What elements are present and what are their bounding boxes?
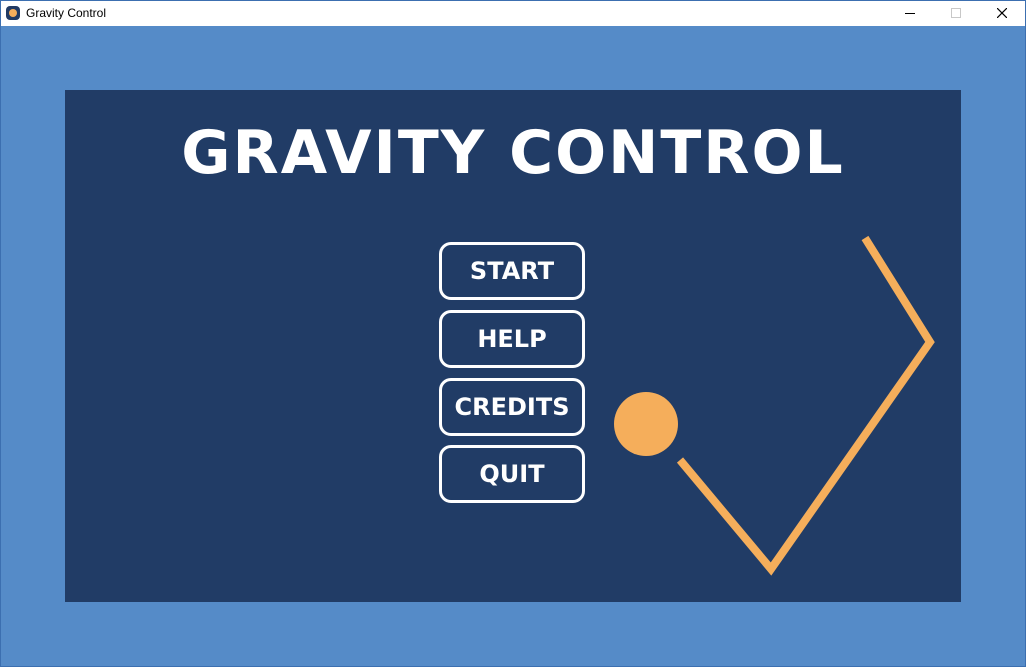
maximize-button[interactable] — [933, 1, 979, 26]
orange-ball — [614, 392, 678, 456]
gravity-scene — [614, 235, 935, 576]
title-bar[interactable]: Gravity Control — [1, 1, 1025, 26]
minimize-button[interactable] — [887, 1, 933, 26]
orange-track-line — [676, 235, 935, 576]
close-button[interactable] — [979, 1, 1025, 26]
menu-panel: GRAVITY CONTROL START HELP CREDITS QUIT — [65, 90, 961, 602]
close-icon — [997, 8, 1007, 18]
maximize-icon — [951, 8, 961, 18]
app-icon — [6, 6, 20, 20]
game-canvas: GRAVITY CONTROL START HELP CREDITS QUIT — [1, 26, 1025, 666]
window-title: Gravity Control — [26, 6, 107, 20]
minimize-icon — [905, 13, 915, 14]
app-window: Gravity Control GRAVITY CONTROL START HE… — [0, 0, 1026, 667]
